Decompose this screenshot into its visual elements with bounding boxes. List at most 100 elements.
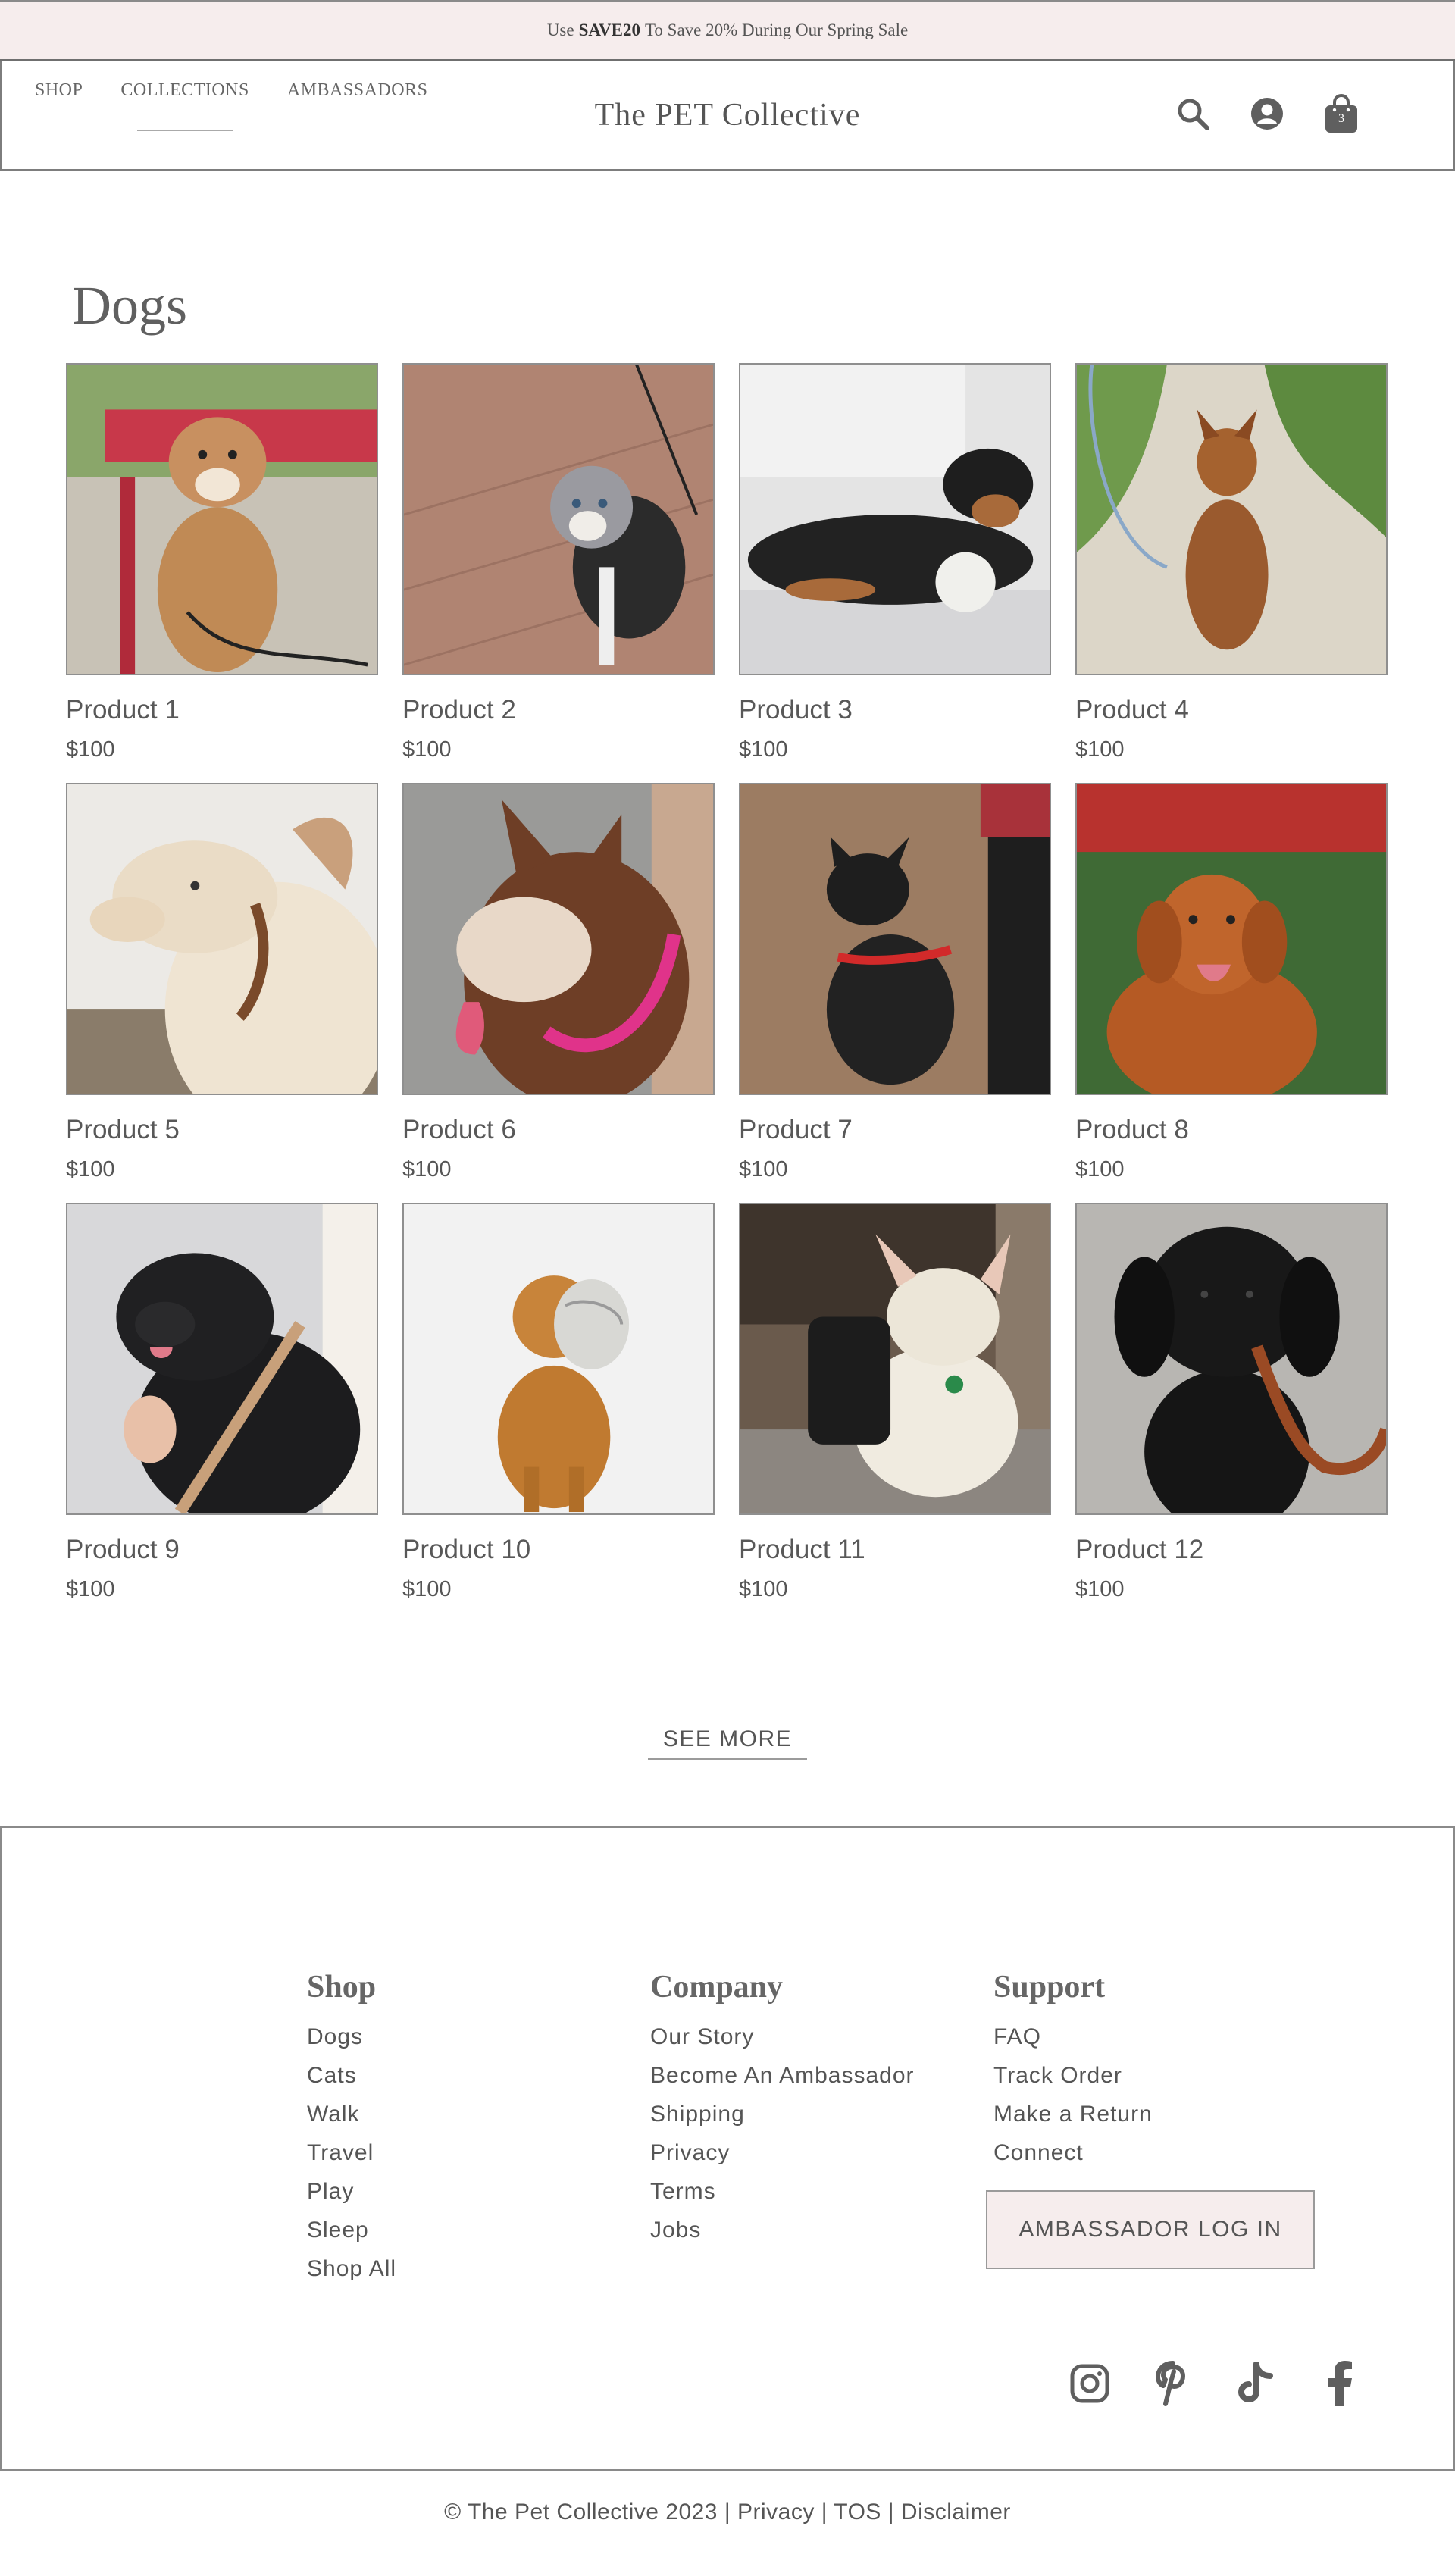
product-image[interactable] xyxy=(402,783,715,1095)
product-image[interactable] xyxy=(1075,1203,1388,1515)
product-name[interactable]: Product 12 xyxy=(1075,1535,1388,1565)
product-price: $100 xyxy=(66,1157,115,1182)
product-image[interactable] xyxy=(1075,363,1388,675)
footer-support-column: Support FAQ Track Order Make a Return Co… xyxy=(986,1969,1315,2269)
product-card[interactable]: Product 8 $100 xyxy=(1075,783,1388,1203)
product-price: $100 xyxy=(402,1157,452,1182)
footer-link[interactable]: Sleep xyxy=(307,2211,396,2249)
product-name[interactable]: Product 5 xyxy=(66,1115,378,1145)
product-name[interactable]: Product 11 xyxy=(739,1535,1051,1565)
cart-icon[interactable]: 3 xyxy=(1322,92,1361,135)
ambassador-login-button[interactable]: AMBASSADOR LOG IN xyxy=(986,2190,1315,2269)
footer-link[interactable]: Shipping xyxy=(650,2095,915,2133)
social-links xyxy=(1029,2358,1363,2409)
product-image[interactable] xyxy=(739,783,1051,1095)
footer-link[interactable]: Shop All xyxy=(307,2249,396,2288)
product-card[interactable]: Product 11 $100 xyxy=(739,1203,1051,1623)
product-price: $100 xyxy=(402,1577,452,1601)
site-footer: Shop Dogs Cats Walk Travel Play Sleep Sh… xyxy=(0,1826,1455,2471)
product-image[interactable] xyxy=(1075,783,1388,1095)
tos-link[interactable]: TOS xyxy=(834,2499,881,2524)
product-name[interactable]: Product 10 xyxy=(402,1535,715,1565)
footer-link[interactable]: Cats xyxy=(307,2056,396,2095)
see-more-link[interactable]: SEE MORE xyxy=(0,1726,1455,1752)
product-image[interactable] xyxy=(66,1203,378,1515)
announcement-suffix: To Save 20% During Our Spring Sale xyxy=(644,20,909,39)
product-price: $100 xyxy=(739,737,788,762)
product-card[interactable]: Product 4 $100 xyxy=(1075,363,1388,783)
product-name[interactable]: Product 9 xyxy=(66,1535,378,1565)
product-card[interactable]: Product 9 $100 xyxy=(66,1203,378,1623)
product-name[interactable]: Product 7 xyxy=(739,1115,1051,1145)
footer-link[interactable]: Dogs xyxy=(307,2017,396,2056)
footer-link[interactable]: Privacy xyxy=(650,2133,915,2172)
product-name[interactable]: Product 1 xyxy=(66,695,378,725)
product-price: $100 xyxy=(1075,1577,1125,1601)
footer-link[interactable]: Make a Return xyxy=(993,2095,1315,2133)
product-grid: Product 1 $100 Product 2 $100 Product 3 … xyxy=(66,363,1388,1623)
product-price: $100 xyxy=(1075,737,1125,762)
footer-support-heading: Support xyxy=(993,1970,1106,2005)
product-image[interactable] xyxy=(739,363,1051,675)
product-price: $100 xyxy=(739,1157,788,1182)
product-price: $100 xyxy=(66,1577,115,1601)
footer-link[interactable]: Play xyxy=(307,2172,396,2211)
privacy-link[interactable]: Privacy xyxy=(737,2499,815,2524)
product-card[interactable]: Product 2 $100 xyxy=(402,363,715,783)
footer-link[interactable]: Become An Ambassador xyxy=(650,2056,915,2095)
footer-link[interactable]: Travel xyxy=(307,2133,396,2172)
footer-link[interactable]: Track Order xyxy=(993,2056,1315,2095)
footer-shop-column: Shop Dogs Cats Walk Travel Play Sleep Sh… xyxy=(307,1969,396,2288)
product-card[interactable]: Product 12 $100 xyxy=(1075,1203,1388,1623)
site-header: SHOP COLLECTIONS AMBASSADORS The PET Col… xyxy=(0,61,1455,171)
see-more-underline xyxy=(648,1758,807,1760)
product-image[interactable] xyxy=(66,363,378,675)
disclaimer-link[interactable]: Disclaimer xyxy=(901,2499,1011,2524)
header-icons: 3 xyxy=(1138,92,1361,135)
footer-link[interactable]: Terms xyxy=(650,2172,915,2211)
product-price: $100 xyxy=(66,737,115,762)
product-price: $100 xyxy=(1075,1157,1125,1182)
footer-shop-heading: Shop xyxy=(307,1970,377,2005)
announcement-prefix: Use xyxy=(546,20,574,39)
footer-link[interactable]: Our Story xyxy=(650,2017,915,2056)
product-image[interactable] xyxy=(402,363,715,675)
instagram-icon[interactable] xyxy=(1067,2358,1112,2409)
footer-company-heading: Company xyxy=(650,1970,784,2005)
footer-link[interactable]: Walk xyxy=(307,2095,396,2133)
product-card[interactable]: Product 7 $100 xyxy=(739,783,1051,1203)
footer-link[interactable]: Connect xyxy=(993,2133,1315,2172)
copyright-text: © The Pet Collective 2023 xyxy=(444,2499,718,2524)
search-icon[interactable] xyxy=(1173,92,1212,135)
product-card[interactable]: Product 3 $100 xyxy=(739,363,1051,783)
separator: | xyxy=(887,2499,901,2524)
footer-link[interactable]: Jobs xyxy=(650,2211,915,2249)
product-image[interactable] xyxy=(402,1203,715,1515)
product-price: $100 xyxy=(402,737,452,762)
product-name[interactable]: Product 8 xyxy=(1075,1115,1388,1145)
pinterest-icon[interactable] xyxy=(1150,2358,1196,2409)
page-title: Dogs xyxy=(72,275,188,336)
announcement-bar: Use SAVE20 To Save 20% During Our Spring… xyxy=(0,0,1455,61)
product-card[interactable]: Product 10 $100 xyxy=(402,1203,715,1623)
product-name[interactable]: Product 4 xyxy=(1075,695,1388,725)
footer-company-column: Company Our Story Become An Ambassador S… xyxy=(650,1969,915,2249)
product-card[interactable]: Product 1 $100 xyxy=(66,363,378,783)
product-price: $100 xyxy=(739,1577,788,1601)
footer-link[interactable]: FAQ xyxy=(993,2017,1315,2056)
product-name[interactable]: Product 2 xyxy=(402,695,715,725)
product-image[interactable] xyxy=(739,1203,1051,1515)
separator: | xyxy=(724,2499,737,2524)
promo-code: SAVE20 xyxy=(578,20,640,39)
product-card[interactable]: Product 5 $100 xyxy=(66,783,378,1203)
copyright-bar: © The Pet Collective 2023 | Privacy | TO… xyxy=(0,2499,1455,2525)
account-icon[interactable] xyxy=(1247,92,1287,135)
product-image[interactable] xyxy=(66,783,378,1095)
product-name[interactable]: Product 3 xyxy=(739,695,1051,725)
tiktok-icon[interactable] xyxy=(1234,2358,1279,2409)
separator: | xyxy=(821,2499,834,2524)
product-name[interactable]: Product 6 xyxy=(402,1115,715,1145)
cart-count: 3 xyxy=(1338,112,1344,125)
facebook-icon[interactable] xyxy=(1317,2358,1363,2409)
product-card[interactable]: Product 6 $100 xyxy=(402,783,715,1203)
